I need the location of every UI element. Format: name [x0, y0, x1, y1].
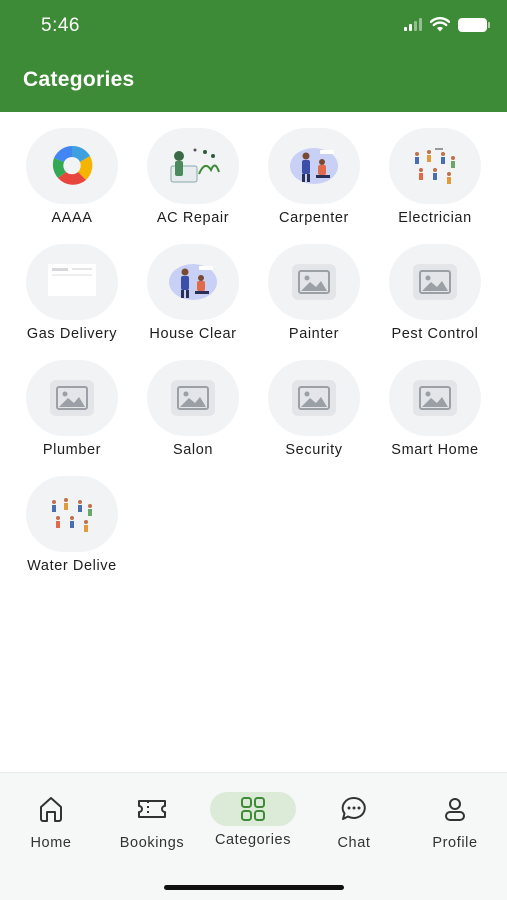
category-label: Electrician	[398, 210, 472, 226]
image-placeholder-icon	[50, 380, 94, 416]
ac-repair-illustration	[170, 148, 220, 183]
category-label: Plumber	[42, 442, 102, 458]
image-placeholder-icon	[292, 264, 336, 300]
chat-bubble-icon	[341, 796, 366, 820]
tab-categories[interactable]: Categories	[205, 789, 301, 859]
image-placeholder-icon	[292, 380, 336, 416]
category-image	[26, 360, 118, 436]
page-title: Categories	[23, 68, 135, 91]
bottom-tab-bar: Home Bookings Categories Chat Profile	[0, 772, 507, 900]
category-label: Security	[285, 442, 343, 458]
tab-label: Categories	[214, 832, 292, 848]
category-salon[interactable]: Salon	[134, 360, 252, 458]
image-placeholder-icon	[171, 380, 215, 416]
carpenter-illustration	[290, 148, 338, 184]
category-image	[268, 244, 360, 320]
category-gas-delivery[interactable]: Gas Delivery	[13, 244, 131, 342]
category-carpenter[interactable]: Carpenter	[255, 128, 373, 226]
category-label: Carpenter	[279, 210, 349, 226]
person-icon	[445, 798, 465, 821]
category-image	[26, 476, 118, 552]
category-image	[147, 244, 239, 320]
grid-icon	[241, 797, 265, 821]
category-image	[268, 360, 360, 436]
tab-profile[interactable]: Profile	[407, 789, 503, 859]
category-image	[26, 244, 118, 320]
category-label: Salon	[172, 442, 214, 458]
category-pest-control[interactable]: Pest Control	[376, 244, 494, 342]
category-label: Gas Delivery	[26, 326, 118, 342]
category-image	[389, 360, 481, 436]
tab-home[interactable]: Home	[3, 789, 99, 859]
water-delivery-illustration	[52, 498, 92, 532]
category-smart-home[interactable]: Smart Home	[376, 360, 494, 458]
category-image	[389, 244, 481, 320]
tab-label: Chat	[337, 835, 371, 851]
house-clear-illustration	[169, 264, 217, 300]
category-label: Water Delive	[27, 558, 117, 574]
aaaa-logo-icon	[52, 145, 93, 185]
category-water-delivery[interactable]: Water Delive	[13, 476, 131, 574]
battery-icon	[458, 17, 490, 32]
category-label: Painter	[288, 326, 340, 342]
category-image	[268, 128, 360, 204]
image-placeholder-icon	[413, 380, 457, 416]
image-placeholder-icon	[413, 264, 457, 300]
cellular-signal-icon	[404, 18, 422, 31]
home-icon	[40, 797, 62, 822]
wifi-icon	[430, 17, 450, 32]
category-plumber[interactable]: Plumber	[13, 360, 131, 458]
app-header: 5:46 Categories	[0, 0, 507, 112]
status-icons	[404, 17, 490, 32]
category-painter[interactable]: Painter	[255, 244, 373, 342]
category-security[interactable]: Security	[255, 360, 373, 458]
category-label: AC Repair	[156, 210, 230, 226]
tab-bookings[interactable]: Bookings	[104, 789, 200, 859]
category-image	[147, 360, 239, 436]
tab-label: Bookings	[119, 835, 185, 851]
category-image	[26, 128, 118, 204]
gas-delivery-illustration	[48, 264, 96, 296]
category-label: Smart Home	[391, 442, 479, 458]
category-ac-repair[interactable]: AC Repair	[134, 128, 252, 226]
category-label: Pest Control	[391, 326, 479, 342]
category-house-clear[interactable]: House Clear	[134, 244, 252, 342]
tab-label: Home	[30, 835, 72, 851]
category-label: AAAA	[51, 210, 93, 226]
tab-chat[interactable]: Chat	[306, 789, 402, 859]
electrician-illustration	[415, 148, 455, 184]
category-aaaa[interactable]: AAAA	[13, 128, 131, 226]
status-time: 5:46	[41, 15, 80, 36]
category-label: House Clear	[149, 326, 237, 342]
tab-label: Profile	[432, 835, 478, 851]
ticket-icon	[138, 800, 166, 818]
home-indicator	[164, 885, 344, 890]
category-image	[389, 128, 481, 204]
category-image	[147, 128, 239, 204]
active-tab-indicator	[210, 792, 296, 826]
category-electrician[interactable]: Electrician	[376, 128, 494, 226]
